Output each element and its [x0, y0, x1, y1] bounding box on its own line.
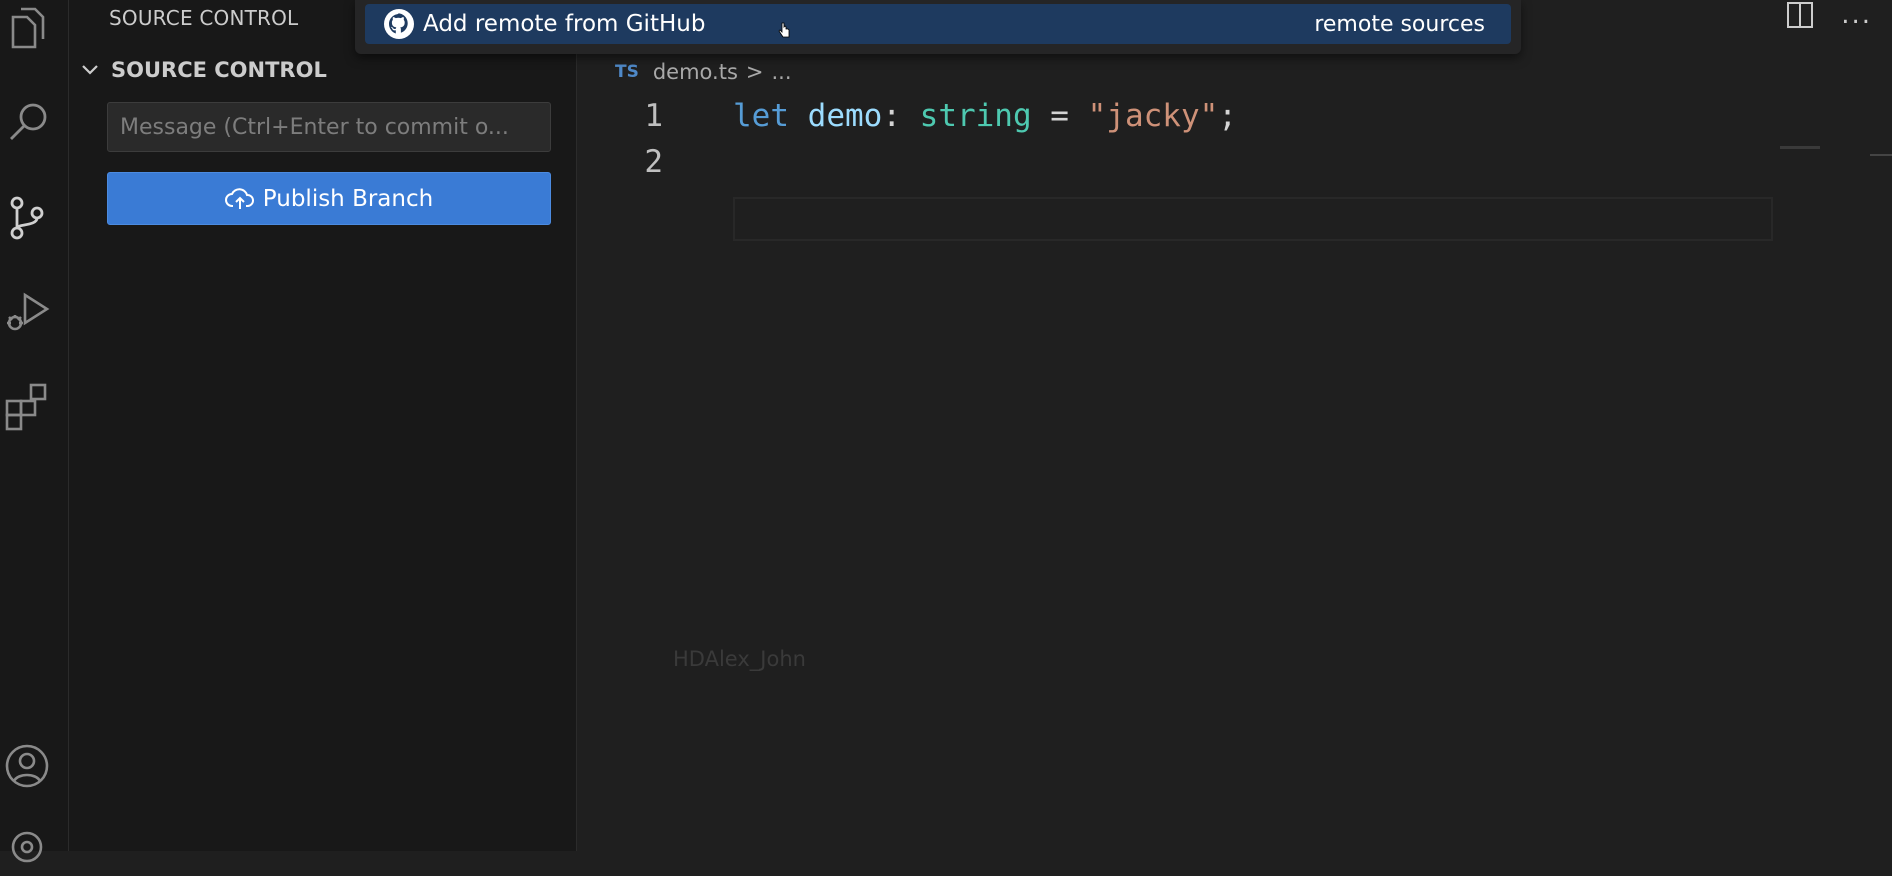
- line-number: 1: [644, 98, 663, 134]
- quick-pick-item-add-remote-github[interactable]: Add remote from GitHub remote sources: [365, 4, 1511, 44]
- settings-gear-icon[interactable]: [0, 820, 56, 876]
- current-line-highlight: [733, 197, 1773, 241]
- chevron-right-icon: >: [745, 60, 764, 84]
- breadcrumb-symbols[interactable]: ...: [772, 60, 792, 84]
- line-number: 2: [644, 144, 663, 180]
- line-content: let demo: string = "jacky";: [733, 98, 1237, 134]
- source-control-sidebar: SOURCE CONTROL SOURCE CONTROL Publish Br…: [69, 0, 577, 851]
- watermark: HDAlex_John: [673, 647, 806, 671]
- string-token: "jacky": [1087, 98, 1219, 134]
- layout-icon[interactable]: [1785, 0, 1815, 30]
- colon-token: :: [882, 98, 920, 134]
- section-title: SOURCE CONTROL: [111, 58, 327, 82]
- github-icon: [384, 9, 414, 39]
- mouse-cursor-icon: [778, 22, 790, 38]
- cloud-upload-icon: [224, 187, 254, 209]
- equals-token: =: [1031, 98, 1088, 134]
- scrollbar[interactable]: [1870, 154, 1892, 196]
- type-token: string: [919, 98, 1032, 134]
- explorer-icon[interactable]: [0, 0, 56, 56]
- source-control-icon[interactable]: [0, 190, 56, 246]
- identifier-token: demo: [807, 98, 883, 134]
- typescript-file-icon: TS: [615, 62, 639, 82]
- sidebar-title: SOURCE CONTROL: [109, 6, 299, 30]
- breadcrumb-file[interactable]: demo.ts: [653, 60, 738, 84]
- keyword-token: let: [733, 98, 789, 134]
- quick-pick-item-label: Add remote from GitHub: [423, 11, 706, 37]
- titlebar-actions: ...: [1785, 0, 1872, 30]
- extensions-icon[interactable]: [0, 378, 56, 434]
- more-actions-icon[interactable]: ...: [1841, 0, 1872, 30]
- breadcrumb: TS demo.ts > ...: [615, 60, 792, 84]
- minimap[interactable]: [1780, 146, 1820, 149]
- account-icon[interactable]: [0, 738, 56, 794]
- run-debug-icon[interactable]: [0, 284, 56, 340]
- commit-message-input[interactable]: [107, 102, 551, 152]
- source-control-section-header[interactable]: SOURCE CONTROL: [79, 58, 327, 82]
- editor[interactable]: TS demo.ts > ... 1 let demo: string = "j…: [577, 54, 1892, 851]
- semicolon-token: ;: [1218, 98, 1237, 134]
- publish-branch-label: Publish Branch: [262, 185, 434, 212]
- quick-pick: Add remote from GitHub remote sources: [355, 0, 1521, 54]
- quick-pick-item-description: remote sources: [1314, 11, 1485, 37]
- chevron-down-icon: [82, 65, 98, 75]
- activity-bar: [0, 0, 69, 863]
- publish-branch-button[interactable]: Publish Branch: [107, 172, 551, 225]
- search-icon[interactable]: [0, 94, 56, 150]
